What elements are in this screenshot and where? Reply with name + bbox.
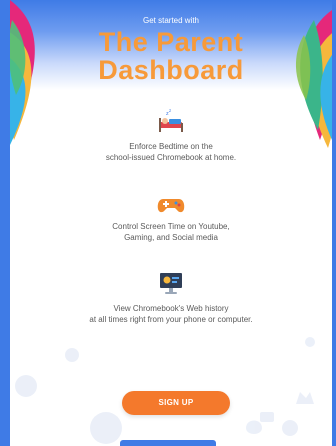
feature-bedtime-line2: school-issued Chromebook at home. xyxy=(105,153,237,162)
sign-up-button[interactable]: SIGN UP xyxy=(122,391,230,415)
feature-bedtime-line1: Enforce Bedtime on the xyxy=(129,142,213,151)
feature-screen-time-line2: Gaming, and Social media xyxy=(124,233,218,242)
monitor-icon xyxy=(160,273,182,294)
hero-eyebrow: Get started with xyxy=(142,16,200,25)
feature-screen-time: Control Screen Time on Youtube, Gaming, … xyxy=(10,192,332,243)
hero-title-line2: Dashboard xyxy=(98,55,244,85)
gamepad-icon xyxy=(157,199,185,213)
background-doodles xyxy=(15,337,315,444)
bottom-accent-bar xyxy=(120,440,216,446)
feature-screen-time-line1: Control Screen Time on Youtube, xyxy=(112,222,230,231)
promo-card: Get started with The Parent Dashboard z … xyxy=(10,0,332,446)
svg-text:z: z xyxy=(169,108,171,113)
promo-frame: Get started with The Parent Dashboard z … xyxy=(0,0,336,446)
feature-bedtime: z z Enforce Bedtime on the school-issued… xyxy=(10,108,332,163)
bed-icon: z z xyxy=(159,108,183,132)
hero-title-line1: The Parent xyxy=(98,27,244,57)
